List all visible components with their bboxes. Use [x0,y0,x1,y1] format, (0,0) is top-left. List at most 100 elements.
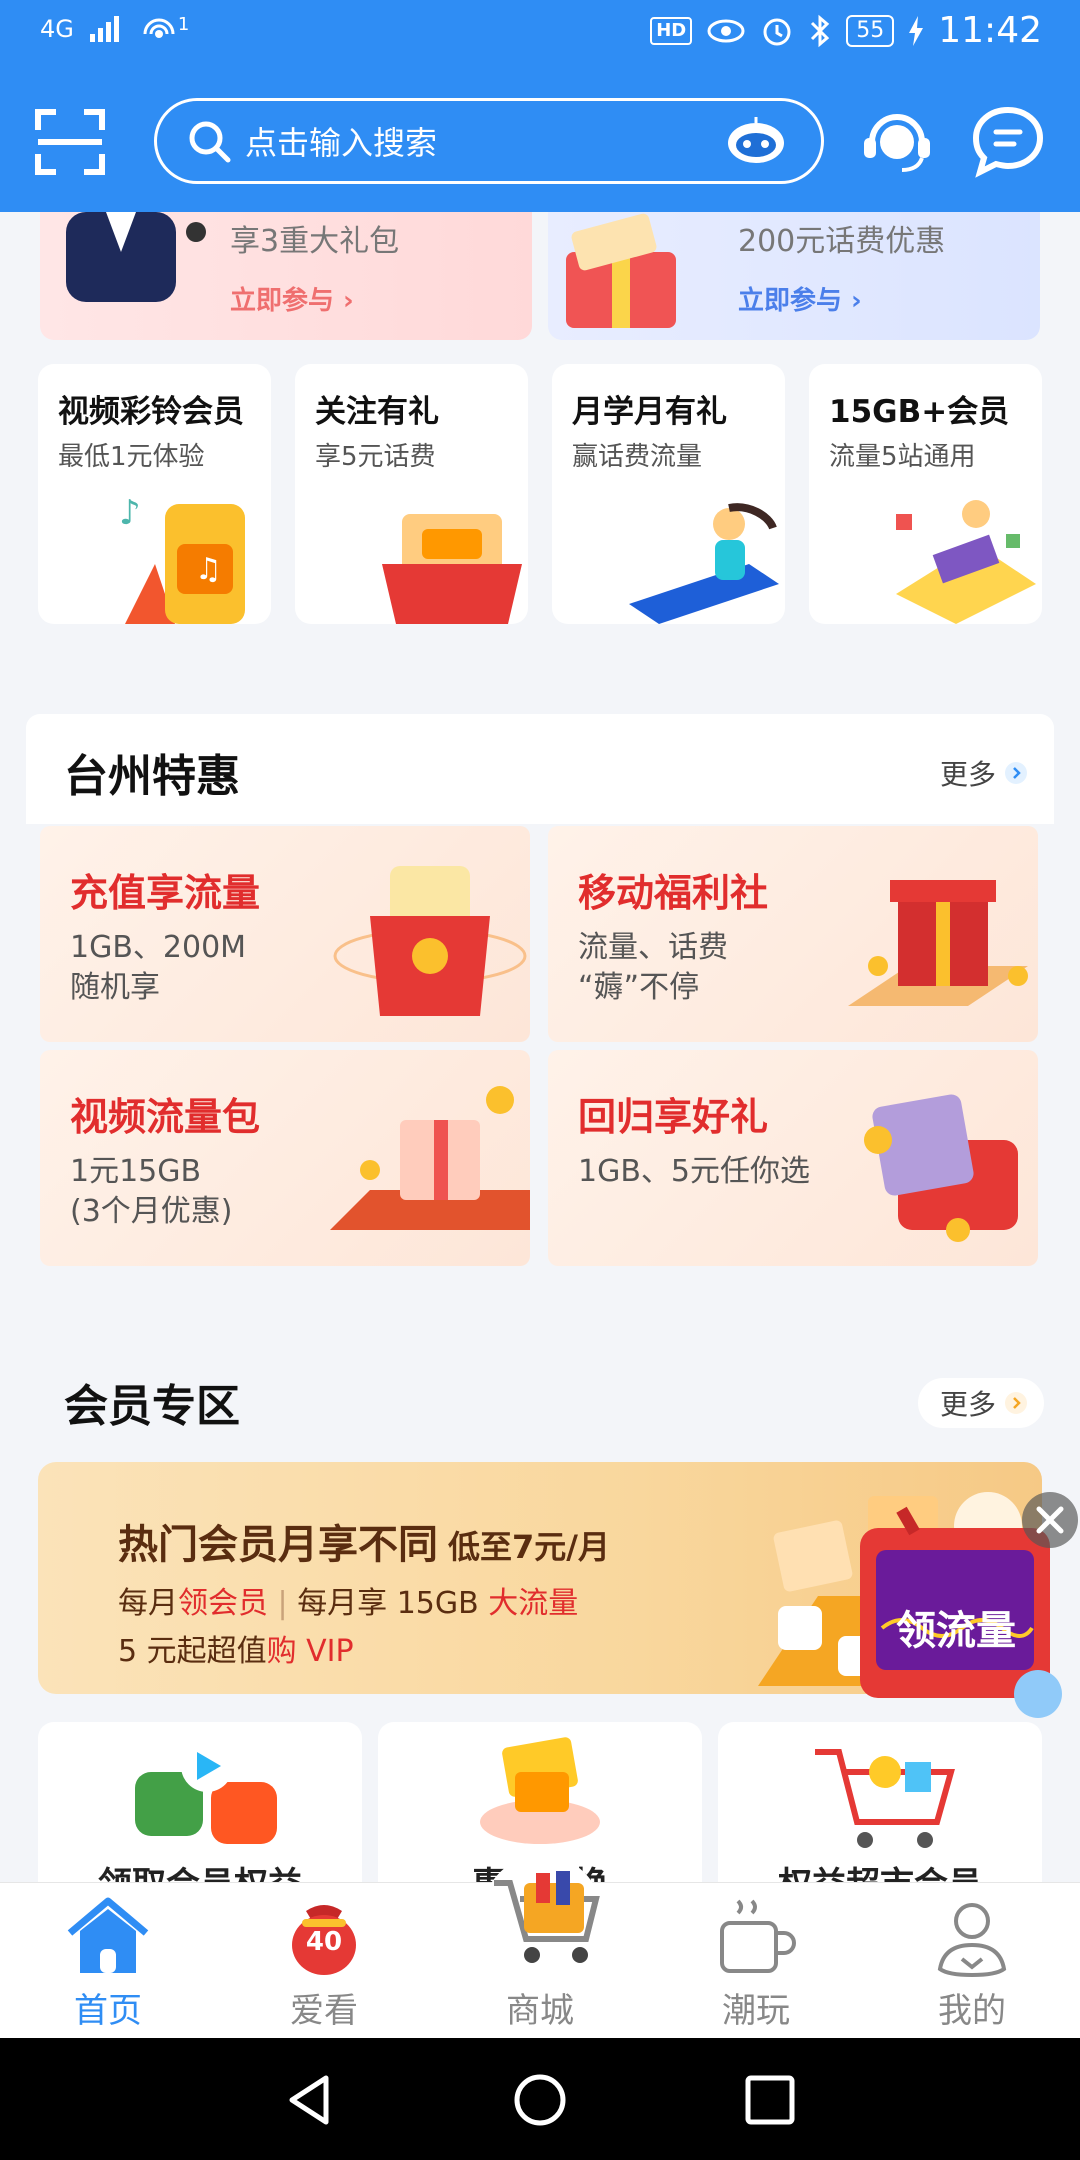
vip-phone-icon [896,500,1036,624]
line-highlight: 购 VIP [266,1634,354,1669]
taizhou-card-welfare[interactable]: 移动福利社 流量、话费 “薅”不停 [548,826,1038,1042]
banner-headline: 热门会员月享不同 低至7元/月 [118,1512,610,1570]
tab-label: 潮玩 [722,1991,790,2031]
join-link[interactable]: 立即参与 › [738,280,862,317]
message-icon[interactable] [970,104,1046,178]
promo-text: 享3重大礼包 [230,224,400,259]
cup-icon [720,1899,796,1973]
chevron-right-icon [1005,762,1027,784]
tab-mine[interactable]: 我的 [864,1883,1080,2039]
card-title: 视频彩铃会员 [58,394,244,430]
hotspot-count: 1 [177,13,190,35]
bluetooth-icon [811,14,830,47]
close-icon [1036,1506,1064,1534]
headline-price: 低至7元/月 [448,1528,610,1566]
card-title: 充值享流量 [70,871,261,915]
tab-trend[interactable]: 潮玩 [648,1883,864,2039]
music-phone-icon: ♫ ♪ [119,493,245,624]
taizhou-card-return-gift[interactable]: 回归享好礼 1GB、5元任你选 [548,1050,1038,1266]
tab-label: 我的 [938,1991,1006,2031]
search-icon [189,121,231,163]
bottom-tab-bar: 首页 40 爱看 商城 潮玩 我的 [0,1855,1080,2039]
hotspot-icon [143,18,175,38]
card-label: 权益超市会员 [718,1857,1042,1882]
feature-card-15gb-member[interactable]: 15GB+会员 流量5站通用 [809,364,1042,624]
eye-icon [707,19,745,42]
promo-text: 200元话费优惠 [738,224,946,259]
scan-icon[interactable] [34,106,106,178]
tab-label: 爱看 [290,1991,358,2031]
businessman-illustration [66,212,206,302]
member-section-header: 会员专区 更多 [26,1344,1054,1454]
girl-on-plane-icon [629,503,779,624]
card-desc: 1元15GB (3个月优惠) [70,1154,233,1229]
feature-card-video-ringtone[interactable]: 视频彩铃会员 最低1元体验 ♫ ♪ [38,364,271,624]
coupon-hand-icon [480,1737,600,1844]
battery-level: 55 [846,14,895,47]
status-bar: 4G 1 HD 55 11:42 [0,0,1080,72]
red-packet-icon [382,514,522,624]
line-text: 每月享 15GB [297,1586,479,1621]
feature-card-follow-gift[interactable]: 关注有礼 享5元话费 [295,364,528,624]
treasure-chest-icon [864,1094,1018,1242]
taizhou-card-video-pack[interactable]: 视频流量包 1元15GB (3个月优惠) [40,1050,530,1266]
top-bar: 4G 1 HD 55 11:42 点击输入搜索 [0,0,1080,212]
home-icon [67,1897,149,1973]
promo-banner-gift[interactable]: 享3重大礼包 立即参与 › [40,212,532,340]
more-button[interactable]: 更多 [917,748,1044,798]
recents-icon[interactable] [742,2072,798,2128]
gift-coin-icon [330,1086,530,1230]
tab-label: 首页 [74,1991,142,2031]
card-title: 视频流量包 [70,1095,261,1139]
member-card-benefits[interactable]: 领取会员权益 [38,1722,362,1882]
banner-line-3: 5 元起超值购 VIP [118,1626,354,1670]
card-desc: 流量、话费 “薅”不停 [578,930,728,1005]
more-button[interactable]: 更多 [917,1378,1044,1428]
home-circle-icon[interactable] [512,2072,568,2128]
system-navigation-bar [0,2038,1080,2160]
search-bar[interactable]: 点击输入搜索 [154,98,824,184]
network-indicator: 4G [40,15,74,43]
hd-badge: HD [650,16,693,45]
close-ad-button[interactable] [1022,1492,1078,1548]
tab-home[interactable]: 首页 [0,1883,216,2039]
card-subtitle: 赢话费流量 [572,442,703,472]
gift-box-illustration [566,213,676,328]
red-envelope-icon [333,866,527,1016]
section-title: 台州特惠 [64,751,240,802]
card-subtitle: 享5元话费 [315,442,436,472]
join-link[interactable]: 立即参与 › [230,280,354,317]
card-title: 移动福利社 [578,871,769,915]
robot-assistant-icon[interactable] [725,117,787,165]
chevron-right-icon [1005,1392,1027,1414]
shopping-cart-icon [815,1749,955,1848]
line-text: 5 元起超值 [118,1634,267,1669]
taizhou-card-recharge[interactable]: 充值享流量 1GB、200M 随机享 [40,826,530,1042]
feature-cards: 视频彩铃会员 最低1元体验 ♫ ♪ 关注有礼 享5元话费 月学月有礼 赢话费流量… [38,364,1042,624]
tab-watch[interactable]: 40 爱看 [216,1883,432,2039]
more-label: 更多 [939,1388,996,1421]
more-label: 更多 [939,758,996,791]
feature-card-monthly-learn[interactable]: 月学月有礼 赢话费流量 [552,364,785,624]
signal-icon [89,16,119,42]
member-card-supermarket[interactable]: 权益超市会员 [718,1722,1042,1882]
line-highlight: 大流量 [488,1586,579,1621]
card-title: 15GB+会员 [829,394,1010,430]
card-title: 回归享好礼 [578,1095,769,1139]
card-title: 关注有礼 [315,394,439,430]
charging-icon [909,15,924,46]
card-subtitle: 流量5站通用 [829,442,976,472]
promo-banner-coupon[interactable]: 200元话费优惠 立即参与 › [548,212,1040,340]
customer-service-icon[interactable] [860,102,934,176]
card-desc: 1GB、5元任你选 [578,1154,811,1189]
tab-badge: 40 [305,1927,343,1957]
banner-line-2: 每月领会员 | 每月享 15GB 大流量 [118,1586,579,1621]
section-title: 会员专区 [64,1381,240,1432]
tab-mall[interactable]: 商城 [432,1855,648,2039]
shopping-cart-icon [482,1855,602,1975]
user-icon [937,1903,1007,1977]
search-placeholder: 点击输入搜索 [245,124,438,162]
svg-text:♫: ♫ [195,552,222,587]
svg-text:♪: ♪ [119,493,141,533]
back-icon[interactable] [282,2072,338,2128]
